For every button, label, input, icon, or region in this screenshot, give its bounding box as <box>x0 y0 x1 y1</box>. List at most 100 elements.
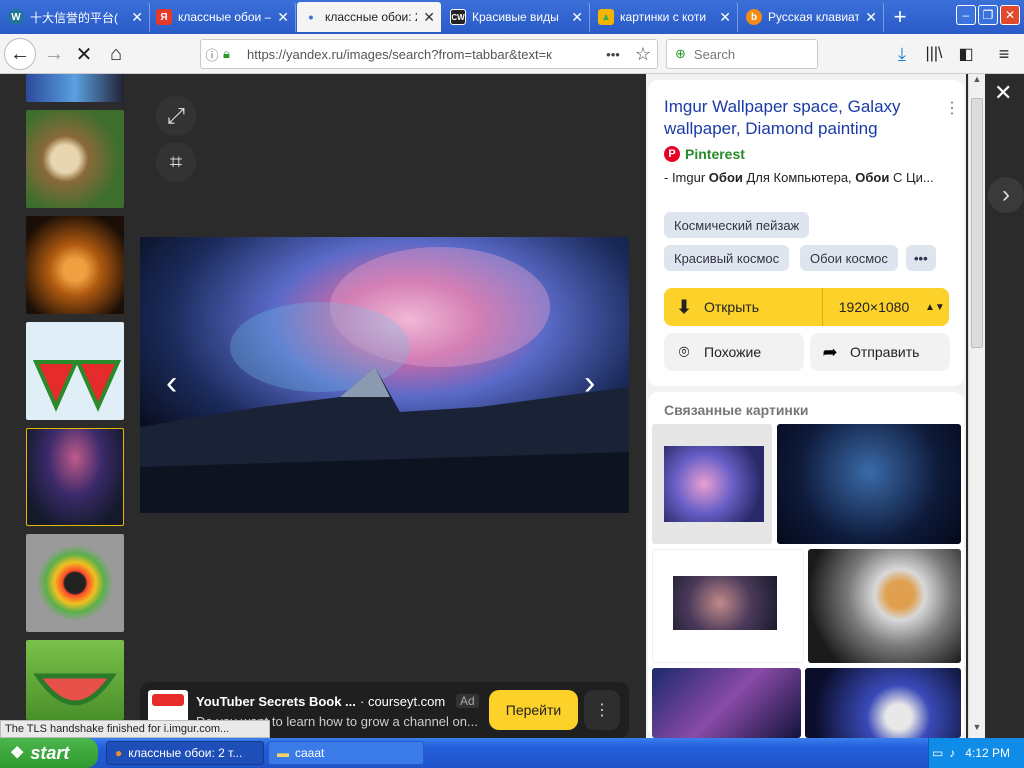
close-tab-icon[interactable]: ✕ <box>719 9 731 26</box>
tab-3-active[interactable]: • классные обои: 2 ✕ <box>297 2 441 32</box>
task-label: caaat <box>295 746 325 760</box>
fullscreen-button[interactable]: ⤢ <box>156 96 196 136</box>
related-image-5[interactable] <box>652 668 801 738</box>
expand-icon: ⤢ <box>167 103 185 128</box>
ad-title[interactable]: YouTuber Secrets Book ... <box>196 694 356 709</box>
next-image-arrow[interactable]: › <box>584 364 595 403</box>
forward-button[interactable]: → <box>38 38 70 70</box>
related-image-3[interactable] <box>652 549 804 663</box>
share-button[interactable]: ➦ Отправить <box>810 333 950 371</box>
maximize-button[interactable]: ❐ <box>978 5 998 25</box>
select-updown-icon: ▲▼ <box>925 301 945 313</box>
image-title[interactable]: Imgur Wallpaper space, Galaxy wallpaper,… <box>664 96 938 140</box>
home-button[interactable]: ⌂ <box>100 38 132 70</box>
related-image-astronaut[interactable] <box>808 549 961 663</box>
thumbnail-sloth[interactable] <box>26 110 124 208</box>
taskbar-item-firefox[interactable]: ● классные обои: 2 т... <box>106 741 264 765</box>
tab-6[interactable]: b Русская клавиат ✕ <box>740 2 884 32</box>
ad-go-button[interactable]: Перейти <box>489 690 578 730</box>
tab-5[interactable]: ▲ картинки с коти ✕ <box>592 2 738 32</box>
stop-button[interactable]: ✕ <box>68 38 100 70</box>
library-button[interactable]: |||\ <box>918 38 950 70</box>
image-icon: ▲ <box>598 9 614 25</box>
similar-button[interactable]: ⌾ Похожие <box>664 333 804 371</box>
related-image-2[interactable] <box>777 424 961 544</box>
wordpress-icon: W <box>8 9 24 25</box>
page-actions-icon[interactable]: ••• <box>597 47 629 62</box>
system-tray: ▭ ♪ 4:12 PM <box>928 738 1024 768</box>
back-button[interactable]: ← <box>4 38 36 70</box>
thumbnail-galaxy-selected[interactable] <box>26 428 124 526</box>
panel-scrollbar[interactable]: ▲ ▼ <box>968 74 985 738</box>
close-tab-icon[interactable]: ✕ <box>571 9 583 26</box>
taskbar: ❖ start ● классные обои: 2 т... ▬ caaat … <box>0 738 1024 768</box>
cw-icon: CW <box>450 9 466 25</box>
resolution-select[interactable]: 1920×1080 <box>823 299 925 315</box>
search-box[interactable]: ⊕ Search <box>666 39 818 69</box>
share-arrow-icon: ➦ <box>822 341 838 362</box>
tab-1[interactable]: W 十大信誉的平台( ✕ <box>2 2 150 32</box>
prev-image-arrow[interactable]: ‹ <box>166 364 177 403</box>
nebula-card <box>664 446 764 522</box>
related-image-6[interactable] <box>805 668 961 738</box>
tab-2[interactable]: Я классные обои — ✕ <box>150 2 296 32</box>
thumbnail-tiger[interactable] <box>26 216 124 314</box>
tag-chip[interactable]: Обои космос <box>800 245 898 271</box>
scroll-thumb[interactable] <box>971 98 983 348</box>
main-image-galaxy-mountain[interactable] <box>140 237 629 513</box>
menu-button[interactable]: ≡ <box>988 38 1020 70</box>
clock[interactable]: 4:12 PM <box>965 746 1010 760</box>
keyboard-icon: b <box>746 9 762 25</box>
tag-chip[interactable]: Красивый космос <box>664 245 790 271</box>
forward-arrow-icon: → <box>44 42 64 65</box>
nebula-card <box>673 576 777 630</box>
desc-bold-1: Обои <box>708 170 743 185</box>
url-text: https://yandex.ru/images/search?from=tab… <box>247 46 552 62</box>
search-icon: ⊕ <box>675 46 686 61</box>
scroll-up-arrow[interactable]: ▲ <box>969 74 985 90</box>
taskbar-item-folder[interactable]: ▬ caaat <box>268 741 424 765</box>
close-tab-icon[interactable]: ✕ <box>423 9 435 26</box>
network-icon[interactable]: ▭ <box>932 746 943 760</box>
minimize-button[interactable]: – <box>956 5 976 25</box>
downloads-button[interactable]: ⤓ <box>886 38 918 70</box>
more-options-button[interactable]: ⋮ <box>944 98 960 118</box>
info-icon[interactable]: ⓘ <box>201 45 223 64</box>
close-tab-icon[interactable]: ✕ <box>277 9 289 26</box>
scroll-down-arrow[interactable]: ▼ <box>969 722 985 738</box>
tag-chip[interactable]: Космический пейзаж <box>664 212 810 238</box>
new-tab-button[interactable]: + <box>888 2 912 32</box>
thumbnail-love[interactable] <box>26 640 124 720</box>
bookmark-star-icon[interactable]: ☆ <box>629 44 657 65</box>
thumbnail-blue[interactable] <box>26 74 124 102</box>
ad-menu-button[interactable]: ⋮ <box>584 690 620 730</box>
nav-bar: ← → ✕ ⌂ ⓘ 🔒︎ https://yandex.ru/images/se… <box>0 34 1024 74</box>
crop-button[interactable]: ⌗ <box>156 142 196 182</box>
library-icon: |||\ <box>925 45 943 62</box>
right-nav-arrow[interactable]: › <box>988 177 1024 213</box>
volume-icon[interactable]: ♪ <box>949 746 955 760</box>
home-icon: ⌂ <box>109 42 123 65</box>
download-icon: ⤓ <box>898 43 906 64</box>
start-button[interactable]: ❖ start <box>0 738 98 768</box>
close-window-button[interactable]: ✕ <box>1000 5 1020 25</box>
image-description: - Imgur Обои Для Компьютера, Обои С Ци..… <box>664 170 954 185</box>
close-tab-icon[interactable]: ✕ <box>865 9 877 26</box>
related-title: Связанные картинки <box>664 402 809 418</box>
close-tab-icon[interactable]: ✕ <box>131 9 143 26</box>
open-button[interactable]: ⬇ Открыть 1920×1080 ▲▼ <box>664 288 949 326</box>
info-panel: Imgur Wallpaper space, Galaxy wallpaper,… <box>646 74 966 738</box>
sidebar-button[interactable]: ◧ <box>950 38 982 70</box>
source-row[interactable]: P Pinterest <box>664 146 745 162</box>
download-arrow-icon: ⬇ <box>676 296 692 317</box>
ad-domain: · courseyt.com <box>360 694 446 709</box>
dot-icon: • <box>308 9 314 25</box>
thumbnail-watermelon[interactable] <box>26 322 124 420</box>
hamburger-icon: ≡ <box>998 43 1010 64</box>
close-viewer-button[interactable]: ✕ <box>994 80 1012 106</box>
related-image-1[interactable] <box>652 424 772 544</box>
tab-4[interactable]: CW Красивые виды ✕ <box>444 2 590 32</box>
thumbnail-apple[interactable] <box>26 534 124 632</box>
more-tags-button[interactable]: ••• <box>906 245 936 271</box>
url-bar[interactable]: ⓘ 🔒︎ https://yandex.ru/images/search?fro… <box>200 39 658 69</box>
